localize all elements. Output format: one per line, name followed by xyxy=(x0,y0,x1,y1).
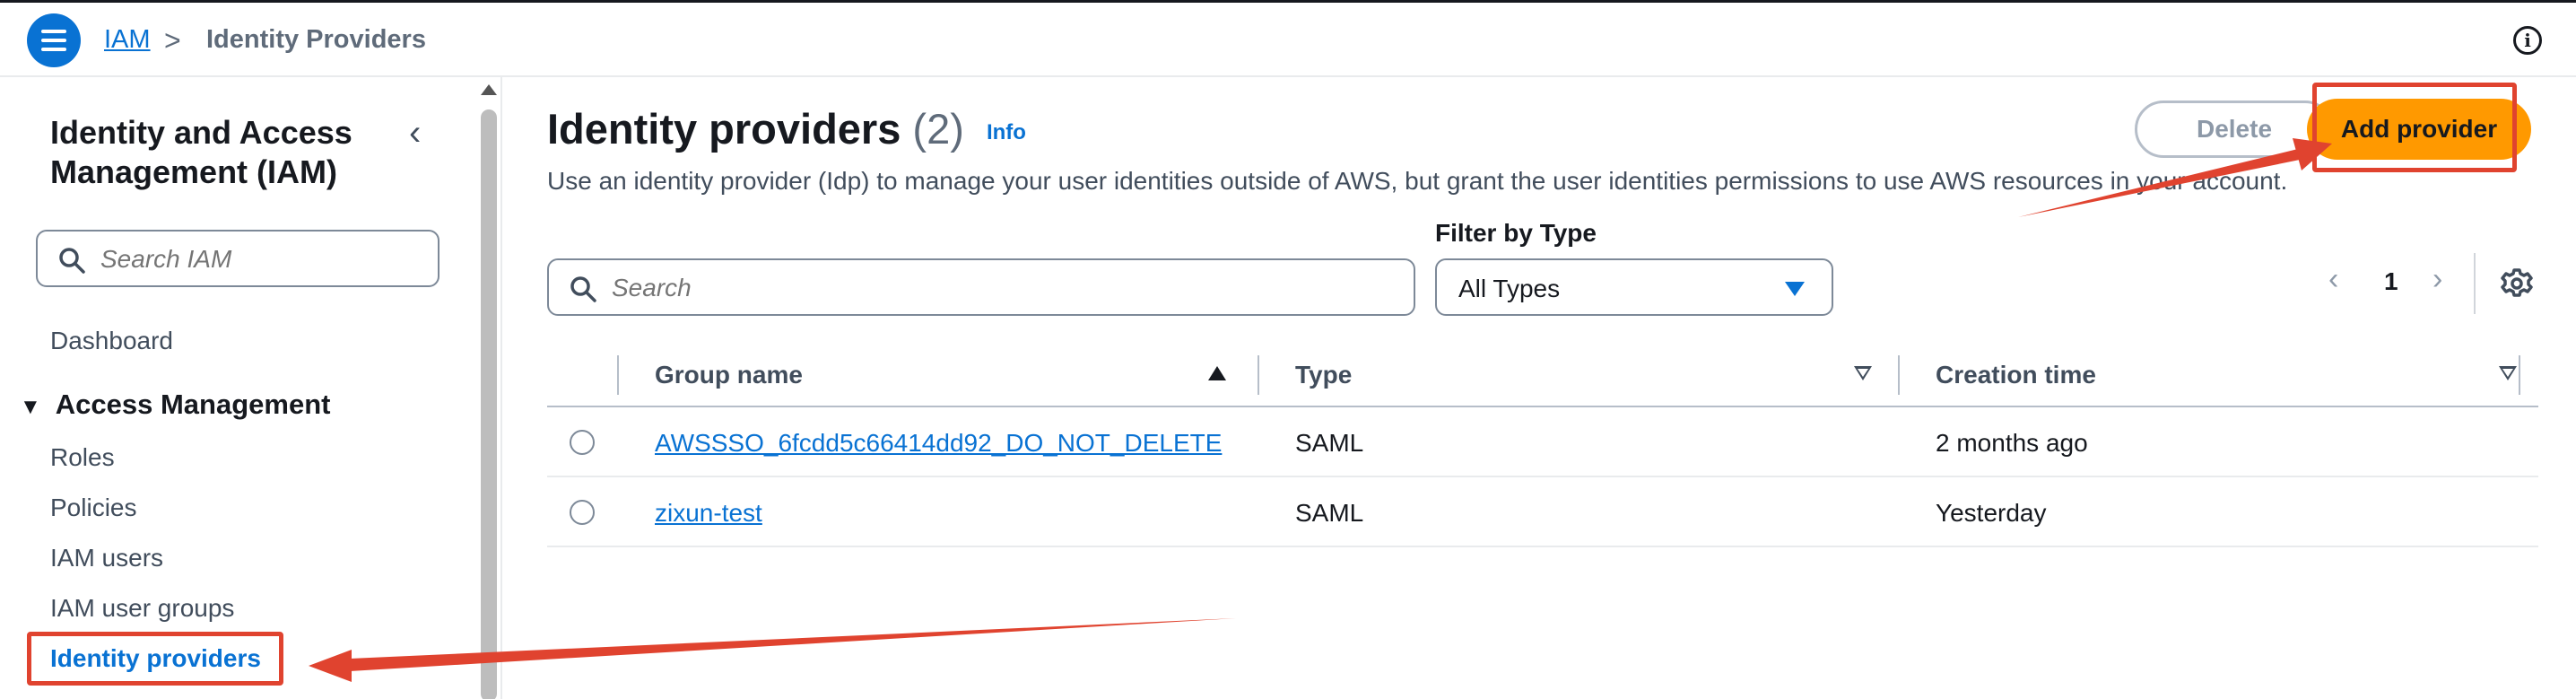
provider-name-link[interactable]: zixun-test xyxy=(655,499,762,528)
sidebar-scrollbar[interactable] xyxy=(479,77,499,699)
sort-descending-icon[interactable] xyxy=(1854,366,1872,380)
sidebar-section-access-management[interactable]: ▼ Access Management xyxy=(20,389,330,421)
info-icon[interactable]: i xyxy=(2513,26,2542,55)
annotation-highlight-identity-providers xyxy=(27,632,283,686)
sort-descending-icon[interactable] xyxy=(2499,366,2517,380)
provider-type: SAML xyxy=(1295,499,1364,527)
chevron-left-icon[interactable]: ‹ xyxy=(409,113,421,153)
main-content: Identity providers (2) Info Use an ident… xyxy=(502,77,2576,699)
column-divider[interactable] xyxy=(1258,355,1259,395)
top-navigation-bar: IAM > Identity Providers i xyxy=(0,0,2576,77)
delete-button[interactable]: Delete xyxy=(2135,100,2334,158)
page-title: Identity providers (2) Info xyxy=(547,104,1026,153)
sidebar: Identity and Access Management (IAM) ‹ D… xyxy=(0,77,502,699)
caret-down-icon xyxy=(1785,282,1805,296)
sidebar-title: Identity and Access Management (IAM) xyxy=(50,114,352,190)
settings-icon[interactable] xyxy=(2501,267,2533,300)
page-description: Use an identity provider (Idp) to manage… xyxy=(547,167,2288,195)
breadcrumb-iam-link[interactable]: IAM xyxy=(104,25,151,55)
column-header-type[interactable]: Type xyxy=(1295,361,1352,389)
provider-name-link[interactable]: AWSSSO_6fcdd5c66414dd92_DO_NOT_DELETE xyxy=(655,429,1222,458)
menu-icon[interactable] xyxy=(27,13,81,67)
search-icon xyxy=(59,248,85,274)
provider-search-input[interactable] xyxy=(612,271,1383,305)
providers-table: Group name Type Creation time AWSSSO_6fc… xyxy=(547,346,2538,547)
column-header-group-name[interactable]: Group name xyxy=(655,361,803,389)
sidebar-item-dashboard[interactable]: Dashboard xyxy=(50,327,173,355)
sidebar-section-label: Access Management xyxy=(55,389,331,420)
provider-creation-time: 2 months ago xyxy=(1936,429,2088,457)
sort-ascending-icon[interactable] xyxy=(1208,366,1226,380)
caret-down-icon: ▼ xyxy=(20,395,41,419)
sidebar-search-box[interactable] xyxy=(36,230,439,287)
sidebar-search-input[interactable] xyxy=(100,242,423,276)
info-link[interactable]: Info xyxy=(987,120,1026,144)
pagination-divider xyxy=(2474,253,2476,314)
type-filter-value: All Types xyxy=(1458,275,1561,302)
pagination-page-number[interactable]: 1 xyxy=(2384,267,2398,296)
column-divider[interactable] xyxy=(2519,355,2520,395)
pagination-prev-button[interactable]: ‹ xyxy=(2328,262,2338,297)
provider-type: SAML xyxy=(1295,429,1364,457)
table-header: Group name Type Creation time xyxy=(547,346,2538,407)
sidebar-item-policies[interactable]: Policies xyxy=(50,494,136,522)
provider-count: (2) xyxy=(912,105,964,153)
provider-search-box[interactable] xyxy=(547,258,1415,316)
type-filter-select[interactable]: All Types xyxy=(1435,258,1833,316)
search-icon xyxy=(570,276,596,302)
sidebar-item-roles[interactable]: Roles xyxy=(50,443,115,472)
sidebar-item-iam-users[interactable]: IAM users xyxy=(50,544,163,572)
table-row: zixun-test SAML Yesterday xyxy=(547,477,2538,547)
column-header-creation-time[interactable]: Creation time xyxy=(1936,361,2096,389)
page-title-text: Identity providers xyxy=(547,105,901,153)
table-row: AWSSSO_6fcdd5c66414dd92_DO_NOT_DELETE SA… xyxy=(547,407,2538,477)
scrollbar-thumb[interactable] xyxy=(481,109,497,699)
annotation-highlight-add-provider xyxy=(2312,83,2517,172)
column-divider xyxy=(617,355,619,395)
breadcrumb-current: Identity Providers xyxy=(206,25,426,54)
pagination-next-button[interactable]: › xyxy=(2432,262,2442,297)
row-select-radio[interactable] xyxy=(570,500,595,525)
provider-creation-time: Yesterday xyxy=(1936,499,2047,527)
filter-by-type-label: Filter by Type xyxy=(1435,219,1597,247)
breadcrumb-separator-icon: > xyxy=(164,24,181,57)
column-divider[interactable] xyxy=(1898,355,1900,395)
scroll-up-icon[interactable] xyxy=(481,84,497,95)
sidebar-item-iam-user-groups[interactable]: IAM user groups xyxy=(50,594,234,623)
row-select-radio[interactable] xyxy=(570,430,595,455)
